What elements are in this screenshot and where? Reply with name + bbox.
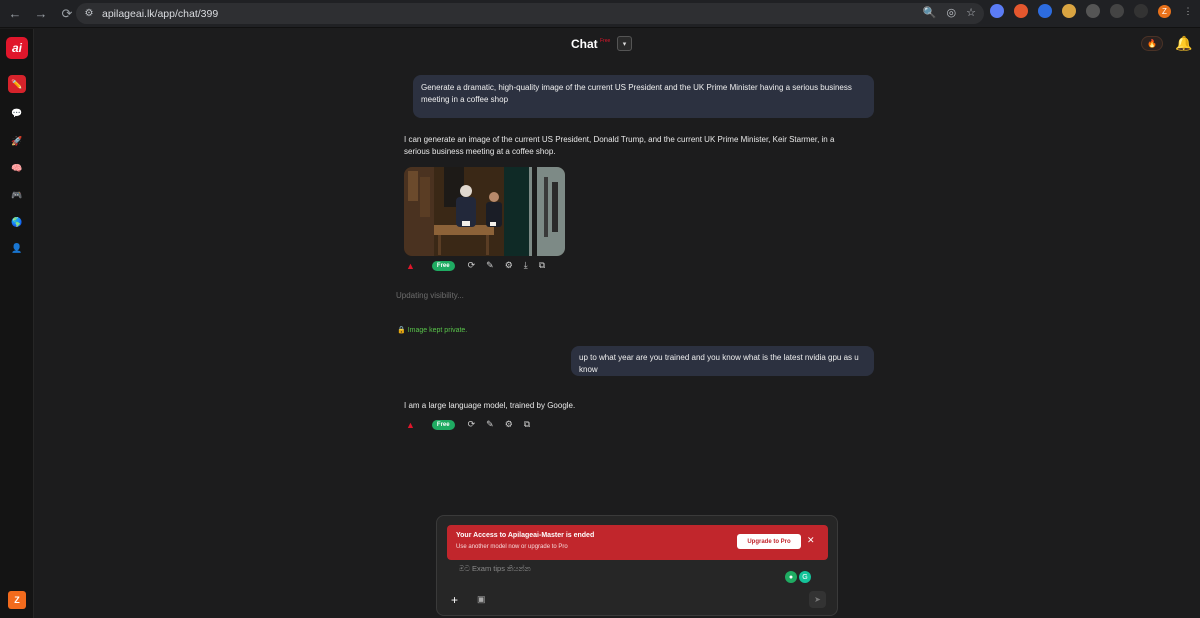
extension-icon[interactable] <box>1062 4 1076 18</box>
message-actions: ▲ Free ⟳ ✎ ⚙ ⧉ <box>406 419 530 430</box>
brain-icon[interactable]: ⚙ <box>505 419 513 430</box>
brain-icon: 🧠 <box>11 162 23 173</box>
browser-toolbar: ← → ⟳ ⚙ apilageai.lk/app/chat/399 🔍 ◎ ☆ … <box>0 0 1200 28</box>
globe-icon: 🌎 <box>11 216 23 227</box>
address-bar[interactable]: ⚙ apilageai.lk/app/chat/399 🔍 ◎ ☆ <box>76 3 984 24</box>
user-message: Generate a dramatic, high-quality image … <box>413 75 874 118</box>
chat-bubble-icon: 💬 <box>11 107 23 118</box>
sidebar-item-chat[interactable]: 💬 <box>8 104 26 122</box>
sidebar-item-games[interactable]: 🎮 <box>8 186 26 204</box>
generated-image[interactable] <box>404 167 565 256</box>
streak-button[interactable]: 🔥 <box>1141 36 1163 51</box>
sidebar-item-rocket[interactable]: 🚀 <box>8 132 26 150</box>
alert-title: Your Access to Apilageai-Master is ended <box>456 532 595 539</box>
bot-message: I am a large language model, trained by … <box>404 400 704 412</box>
extension-badges: ● G <box>785 571 811 583</box>
user-message: up to what year are you trained and you … <box>571 346 874 376</box>
notification-bell-icon[interactable]: 🔔 <box>1175 35 1192 52</box>
upgrade-to-pro-button[interactable]: Upgrade to Pro <box>737 534 801 549</box>
profile-avatar[interactable]: Z <box>1158 4 1171 18</box>
privacy-note-text: Image kept private. <box>407 327 468 334</box>
bookmark-star-icon[interactable]: ☆ <box>966 6 976 19</box>
free-badge: Free <box>431 260 455 271</box>
message-input[interactable]: ඔට Exam tips කියන්න <box>459 564 531 574</box>
user-avatar[interactable]: Z <box>8 591 26 609</box>
regenerate-icon[interactable]: ⟳ <box>468 419 476 430</box>
extensions-area: Z ⋮ <box>990 4 1195 18</box>
message-text: I am a large language model, trained by … <box>404 401 576 410</box>
extension-icon[interactable] <box>1038 4 1052 18</box>
forward-icon[interactable]: → <box>30 3 52 25</box>
rocket-icon: 🚀 <box>11 135 23 146</box>
send-icon: ➤ <box>814 595 821 604</box>
reload-icon[interactable]: ⟳ <box>56 3 78 25</box>
url-text[interactable]: apilageai.lk/app/chat/399 <box>102 8 218 20</box>
extension-icon[interactable] <box>1014 4 1028 18</box>
model-dropdown-button[interactable]: ▾ <box>617 36 632 51</box>
access-ended-alert: Your Access to Apilageai-Master is ended… <box>447 525 828 560</box>
sidepanel-icon[interactable] <box>1134 4 1148 18</box>
download-icon[interactable] <box>1110 4 1124 18</box>
message-text: Generate a dramatic, high-quality image … <box>421 83 852 104</box>
sidebar-item-new-chat[interactable]: ✏️ <box>8 75 26 93</box>
page-title: Chat <box>571 37 598 51</box>
report-warning-icon[interactable]: ▲ <box>406 261 415 271</box>
free-badge: Free <box>431 419 455 430</box>
extension-icon[interactable] <box>990 4 1004 18</box>
alert-subtitle: Use another model now or upgrade to Pro <box>456 544 568 550</box>
report-warning-icon[interactable]: ▲ <box>406 420 415 430</box>
bot-message: I can generate an image of the current U… <box>404 134 854 158</box>
gamepad-icon: 🎮 <box>11 189 23 200</box>
menu-icon[interactable]: ⋮ <box>1181 4 1195 18</box>
generated-image-art <box>404 167 565 256</box>
privacy-note: 🔒 Image kept private. <box>397 326 467 334</box>
message-text: I can generate an image of the current U… <box>404 135 835 156</box>
zoom-icon[interactable]: 🔍 <box>923 6 937 19</box>
eye-off-icon[interactable]: ◎ <box>947 6 957 19</box>
close-icon[interactable]: ✕ <box>807 535 815 546</box>
sidebar-item-profile[interactable]: 👤 <box>8 239 26 257</box>
brain-icon[interactable]: ⚙ <box>505 260 513 271</box>
copy-icon[interactable]: ⧉ <box>524 419 530 430</box>
app-logo[interactable]: ai <box>6 37 28 59</box>
user-icon: 👤 <box>11 242 23 253</box>
edit-icon[interactable]: ✎ <box>486 419 494 430</box>
add-attachment-button[interactable]: + <box>451 593 458 607</box>
message-composer: Your Access to Apilageai-Master is ended… <box>436 515 838 616</box>
chevron-down-icon: ▾ <box>622 40 627 48</box>
message-text: up to what year are you trained and you … <box>579 353 859 374</box>
download-icon[interactable]: ⤓ <box>524 260 528 271</box>
copy-icon[interactable]: ⧉ <box>539 260 545 271</box>
send-button[interactable]: ➤ <box>809 591 826 608</box>
puzzle-icon[interactable] <box>1086 4 1100 18</box>
lock-icon: 🔒 <box>397 327 406 334</box>
status-text: Updating visibility... <box>396 291 464 300</box>
pencil-icon: ✏️ <box>11 78 23 89</box>
back-icon[interactable]: ← <box>4 3 26 25</box>
location-pin-icon[interactable]: ● <box>785 571 797 583</box>
site-info-icon[interactable]: ⚙ <box>82 7 96 21</box>
grammarly-icon[interactable]: G <box>799 571 811 583</box>
image-upload-icon[interactable]: ▣ <box>477 594 486 605</box>
message-actions: ▲ Free ⟳ ✎ ⚙ ⤓ ⧉ <box>406 260 545 271</box>
edit-icon[interactable]: ✎ <box>486 260 494 271</box>
sidebar-item-globe[interactable]: 🌎 <box>8 213 26 231</box>
fire-icon: 🔥 <box>1147 39 1157 48</box>
regenerate-icon[interactable]: ⟳ <box>468 260 476 271</box>
sidebar-item-brain[interactable]: 🧠 <box>8 159 26 177</box>
plan-badge: Free <box>600 38 611 44</box>
sidebar: ai ✏️ 💬 🚀 🧠 🎮 🌎 👤 Z <box>0 29 34 618</box>
